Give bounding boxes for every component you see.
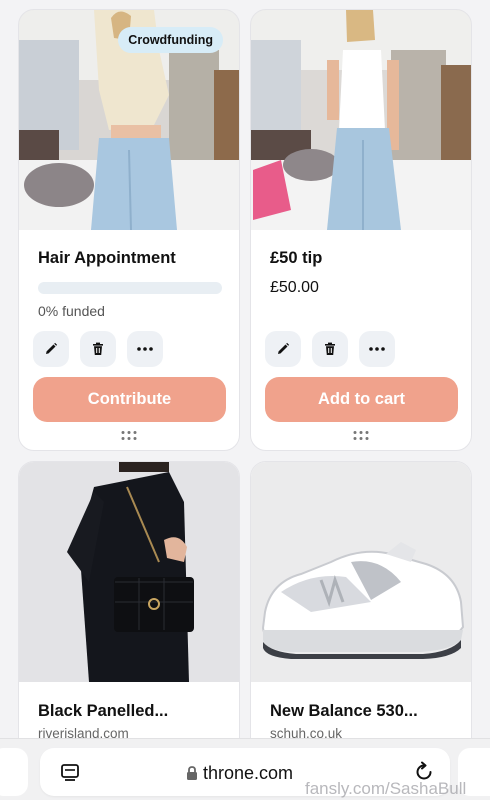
card-title: Black Panelled... [38,702,169,720]
product-card-tip[interactable]: £50 tip £50.00 Add to cart [250,9,472,451]
product-card-hair-appointment[interactable]: Crowdfunding Hair Appointment 0% funded [18,9,240,451]
edit-button[interactable] [33,331,69,367]
product-photo[interactable] [251,462,471,682]
card-title: £50 tip [270,249,323,267]
crowdfunding-badge: Crowdfunding [118,27,223,53]
card-title: Hair Appointment [38,249,176,267]
delete-button[interactable] [312,331,348,367]
edit-button[interactable] [265,331,301,367]
pencil-icon [46,342,58,354]
product-card-new-balance[interactable]: New Balance 530... schuh.co.uk [250,461,472,761]
more-dots-icon [369,347,385,351]
tabs-icon[interactable] [60,763,80,783]
drag-handle-icon[interactable] [121,431,137,440]
product-card-black-panelled[interactable]: Black Panelled... riverisland.com [18,461,240,761]
funding-progress-bar [38,282,222,294]
drag-handle-icon[interactable] [353,431,369,440]
previous-tab-pill[interactable] [0,748,28,796]
product-photo[interactable] [251,10,471,230]
product-photo[interactable] [19,462,239,682]
url-text: throne.com [203,763,294,783]
pencil-icon [278,342,290,354]
delete-button[interactable] [80,331,116,367]
contribute-button[interactable]: Contribute [33,377,226,422]
lock-icon [187,766,197,780]
trash-icon [325,342,335,355]
more-options-button[interactable] [127,331,163,367]
watermark-text: fansly.com/SashaBull [305,779,467,798]
url-display[interactable]: throne.com [186,763,293,784]
add-to-cart-button[interactable]: Add to cart [265,377,458,422]
more-options-button[interactable] [359,331,395,367]
price: £50.00 [270,279,319,296]
more-dots-icon [137,347,153,351]
card-actions [265,331,395,367]
funded-percentage: 0% funded [38,303,105,319]
card-actions [33,331,163,367]
trash-icon [93,342,103,355]
card-title: New Balance 530... [270,702,418,720]
